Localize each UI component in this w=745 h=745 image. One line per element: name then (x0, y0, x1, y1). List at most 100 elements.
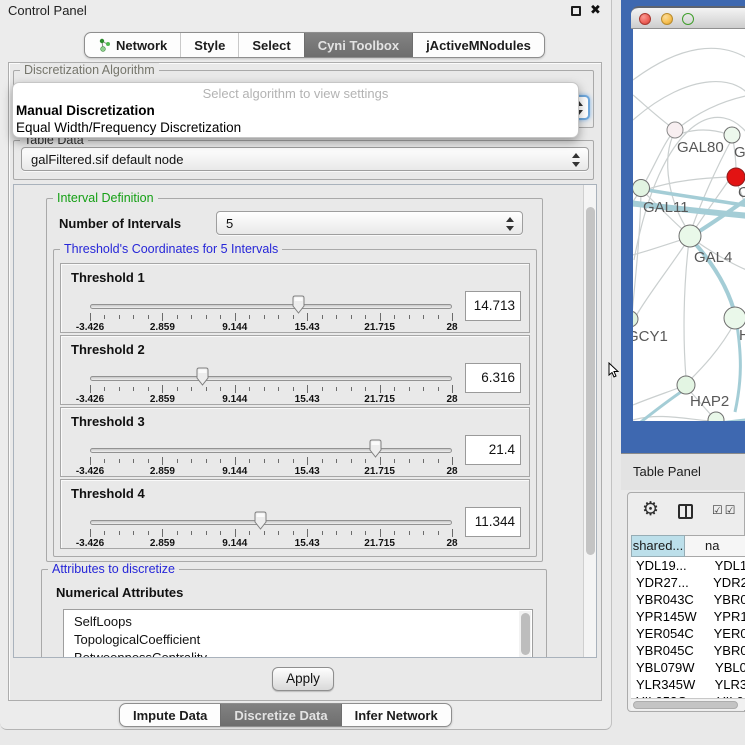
tick-mark (409, 315, 410, 319)
threshold-value-field[interactable]: 14.713 (465, 291, 521, 321)
network-edge-highlighted[interactable] (633, 420, 745, 421)
float-window-icon[interactable] (571, 6, 581, 16)
tick-mark (104, 459, 105, 463)
cell-shared-name: YBL079W (631, 659, 707, 676)
table-row[interactable]: YBR045CYBR0 (631, 642, 745, 659)
threshold-value-field[interactable]: 11.344 (465, 507, 521, 537)
network-edge[interactable] (684, 241, 689, 378)
tick-mark (119, 315, 120, 319)
list-scrollbar-thumb[interactable] (521, 613, 530, 655)
tick-mark (177, 531, 178, 535)
close-icon[interactable]: ✖ (590, 2, 601, 18)
table-row[interactable]: YDR27...YDR2 (631, 574, 745, 591)
cyni-bottom-tabs: Impute DataDiscretize DataInfer Network (119, 703, 452, 727)
select-columns-icon[interactable]: ☑☑ (712, 503, 738, 517)
split-columns-icon[interactable] (678, 504, 693, 519)
table-hscrollbar-thumb[interactable] (633, 701, 738, 709)
cell-name: YBR0 (706, 591, 745, 608)
network-node[interactable] (633, 180, 650, 197)
column-header-shared-name[interactable]: shared... (631, 535, 685, 557)
threshold-slider-track[interactable] (90, 520, 452, 525)
tick-mark (409, 459, 410, 463)
threshold-slider-track[interactable] (90, 304, 452, 309)
tab-network[interactable]: Network (85, 33, 180, 57)
table-data-value: galFiltered.sif default node (31, 152, 183, 167)
tick-mark (206, 459, 207, 463)
slider-ticks (90, 313, 452, 321)
slider-tick-labels: -3.4262.8599.14415.4321.71528 (90, 538, 452, 549)
tab-select[interactable]: Select (238, 33, 303, 57)
column-header-name[interactable]: na (685, 535, 745, 557)
list-item[interactable]: TopologicalCoefficient (64, 631, 532, 649)
tick-mark (351, 387, 352, 391)
tick-label: 21.715 (364, 394, 395, 405)
dropdown-placeholder[interactable]: Select algorithm to view settings (13, 86, 578, 101)
table-row[interactable]: YPR145WYPR1 (631, 608, 745, 625)
table-row[interactable]: YBL079WYBL0 (631, 659, 745, 676)
table-row[interactable]: YBR043CYBR0 (631, 591, 745, 608)
tick-mark (249, 459, 250, 463)
table-panel-bar: Table Panel (621, 453, 745, 490)
gear-icon[interactable]: ⚙ (642, 498, 659, 521)
network-node-label: GAL11 (643, 199, 689, 216)
network-edge[interactable] (683, 130, 727, 134)
network-node[interactable] (679, 225, 701, 247)
close-traffic-light-icon[interactable] (639, 13, 651, 25)
network-node[interactable] (724, 307, 745, 329)
tick-label: 28 (446, 322, 457, 333)
tick-mark (90, 313, 91, 321)
tick-mark (409, 531, 410, 535)
threshold-slider-thumb[interactable] (195, 367, 210, 386)
network-edge[interactable] (676, 95, 745, 130)
network-node[interactable] (724, 127, 740, 143)
zoom-traffic-light-icon[interactable] (682, 13, 694, 25)
list-item[interactable]: SelfLoops (64, 613, 532, 631)
tick-mark (293, 387, 294, 391)
threshold-slider-thumb[interactable] (291, 295, 306, 314)
dropdown-option-equal-width[interactable]: Equal Width/Frequency Discretization (16, 120, 241, 135)
tick-mark (365, 531, 366, 535)
threshold-slider-track[interactable] (90, 448, 452, 453)
tab-cyni-toolbox[interactable]: Cyni Toolbox (304, 33, 412, 57)
network-window-titlebar[interactable] (631, 6, 745, 29)
threshold-value-field[interactable]: 21.4 (465, 435, 521, 465)
network-node[interactable] (677, 376, 695, 394)
tick-mark (336, 459, 337, 463)
network-canvas[interactable]: GAL80GACGAL11GAL4GCY1HHAP2 (633, 29, 745, 421)
network-edge[interactable] (633, 48, 745, 80)
cell-name: YDR2 (705, 574, 745, 591)
tab-discretize-data[interactable]: Discretize Data (220, 704, 340, 726)
dropdown-option-manual[interactable]: Manual Discretization (16, 103, 155, 118)
settings-scrollbar-thumb[interactable] (586, 207, 595, 555)
tick-mark (452, 313, 453, 321)
tab-jactivemnodules[interactable]: jActiveMNodules (412, 33, 544, 57)
settings-scrollbar[interactable] (583, 185, 597, 658)
table-row[interactable]: YER054CYER0 (631, 625, 745, 642)
minimize-traffic-light-icon[interactable] (661, 13, 673, 25)
threshold-slider-thumb[interactable] (368, 439, 383, 458)
mouse-cursor-icon (608, 362, 620, 380)
threshold-slider-thumb[interactable] (253, 511, 268, 530)
table-hscrollbar[interactable] (631, 698, 745, 710)
tick-mark (438, 315, 439, 319)
threshold-value-field[interactable]: 6.316 (465, 363, 521, 393)
threshold-slider-track[interactable] (90, 376, 452, 381)
list-scrollbar[interactable] (519, 611, 531, 658)
number-of-intervals-combobox[interactable]: 5 (216, 211, 523, 235)
network-node[interactable] (667, 122, 683, 138)
network-edge[interactable] (689, 322, 735, 381)
tick-mark (220, 387, 221, 391)
tab-impute-data[interactable]: Impute Data (120, 704, 220, 726)
table-row[interactable]: YLR345WYLR3 (631, 676, 745, 693)
table-row[interactable]: YDL19...YDL1 (631, 557, 745, 574)
table-data-combobox[interactable]: galFiltered.sif default node (21, 147, 589, 171)
apply-button[interactable]: Apply (272, 667, 334, 691)
tick-mark (438, 459, 439, 463)
list-item[interactable]: BetweennessCentrality (64, 649, 532, 658)
tick-label: 28 (446, 538, 457, 549)
tab-infer-network[interactable]: Infer Network (341, 704, 451, 726)
tick-mark (307, 385, 308, 393)
tick-label: 2.859 (150, 538, 175, 549)
tab-style[interactable]: Style (180, 33, 238, 57)
tick-mark (148, 387, 149, 391)
